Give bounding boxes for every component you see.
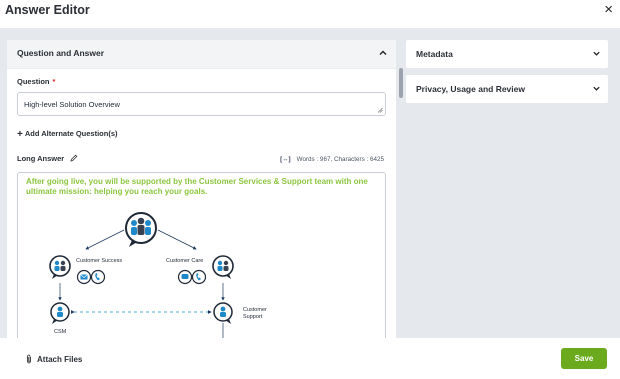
long-answer-label: Long Answer bbox=[17, 154, 78, 163]
customer-care-label: Customer Care bbox=[166, 258, 204, 264]
dialog-footer: Attach Files Save bbox=[0, 338, 620, 379]
pencil-icon[interactable] bbox=[70, 154, 78, 162]
attach-files-button[interactable]: Attach Files bbox=[25, 354, 82, 364]
required-marker: * bbox=[52, 77, 56, 86]
phone-icon bbox=[90, 269, 106, 285]
long-answer-label-text: Long Answer bbox=[17, 154, 65, 163]
resize-handle-icon[interactable] bbox=[377, 107, 383, 113]
chevron-up-icon[interactable] bbox=[378, 48, 388, 58]
add-alternate-question-button[interactable]: + Add Alternate Question(s) bbox=[17, 128, 118, 140]
close-icon[interactable]: × bbox=[604, 2, 613, 18]
question-answer-header[interactable]: Question and Answer bbox=[7, 40, 396, 69]
long-answer-editor[interactable]: After going live, you will be supported … bbox=[17, 172, 386, 338]
expand-icon[interactable]: [↔] bbox=[280, 156, 291, 163]
metadata-title: Metadata bbox=[416, 49, 453, 59]
privacy-usage-review-title: Privacy, Usage and Review bbox=[416, 84, 525, 94]
question-answer-panel: Question and Answer Question * High-level… bbox=[7, 40, 396, 338]
question-answer-title: Question and Answer bbox=[17, 48, 105, 58]
question-label: Question * bbox=[17, 77, 55, 86]
customer-support-label-line2: Support bbox=[243, 314, 263, 320]
customer-success-label: Customer Success bbox=[76, 258, 123, 264]
question-input[interactable]: High-level Solution Overview bbox=[17, 92, 386, 116]
privacy-usage-review-section[interactable]: Privacy, Usage and Review bbox=[406, 75, 608, 103]
long-answer-stats: [↔] Words : 967, Characters : 6425 bbox=[280, 156, 384, 163]
question-input-value: High-level Solution Overview bbox=[24, 100, 120, 109]
word-character-count: Words : 967, Characters : 6425 bbox=[296, 156, 384, 163]
chevron-down-icon[interactable] bbox=[592, 49, 601, 58]
mail-icon bbox=[76, 269, 92, 285]
dialog-title: Answer Editor bbox=[5, 3, 90, 17]
customer-success-icon bbox=[49, 255, 71, 279]
phone-icon bbox=[191, 269, 207, 285]
chevron-down-icon[interactable] bbox=[592, 84, 601, 93]
customer-care-icon bbox=[212, 255, 234, 279]
attach-files-label: Attach Files bbox=[37, 355, 83, 364]
paperclip-icon bbox=[27, 354, 31, 364]
plus-icon: + bbox=[17, 129, 23, 140]
customer-support-icon bbox=[213, 302, 233, 324]
question-label-text: Question bbox=[17, 77, 50, 86]
add-alternate-label: Add Alternate Question(s) bbox=[24, 129, 118, 138]
chat-icon bbox=[177, 269, 193, 285]
save-button[interactable]: Save bbox=[561, 348, 607, 369]
scrollbar-thumb[interactable] bbox=[399, 68, 403, 98]
csm-icon bbox=[50, 302, 70, 324]
dialog-body: Question and Answer Question * High-level… bbox=[0, 28, 620, 338]
dialog-header: Answer Editor × bbox=[0, 0, 620, 28]
team-icon bbox=[125, 212, 157, 247]
csm-label: CSM bbox=[54, 329, 67, 335]
metadata-section[interactable]: Metadata bbox=[406, 40, 608, 68]
customer-support-label-line1: Customer bbox=[243, 307, 267, 313]
support-team-diagram bbox=[49, 212, 234, 338]
customer-support-label: Customer Support bbox=[243, 307, 267, 321]
